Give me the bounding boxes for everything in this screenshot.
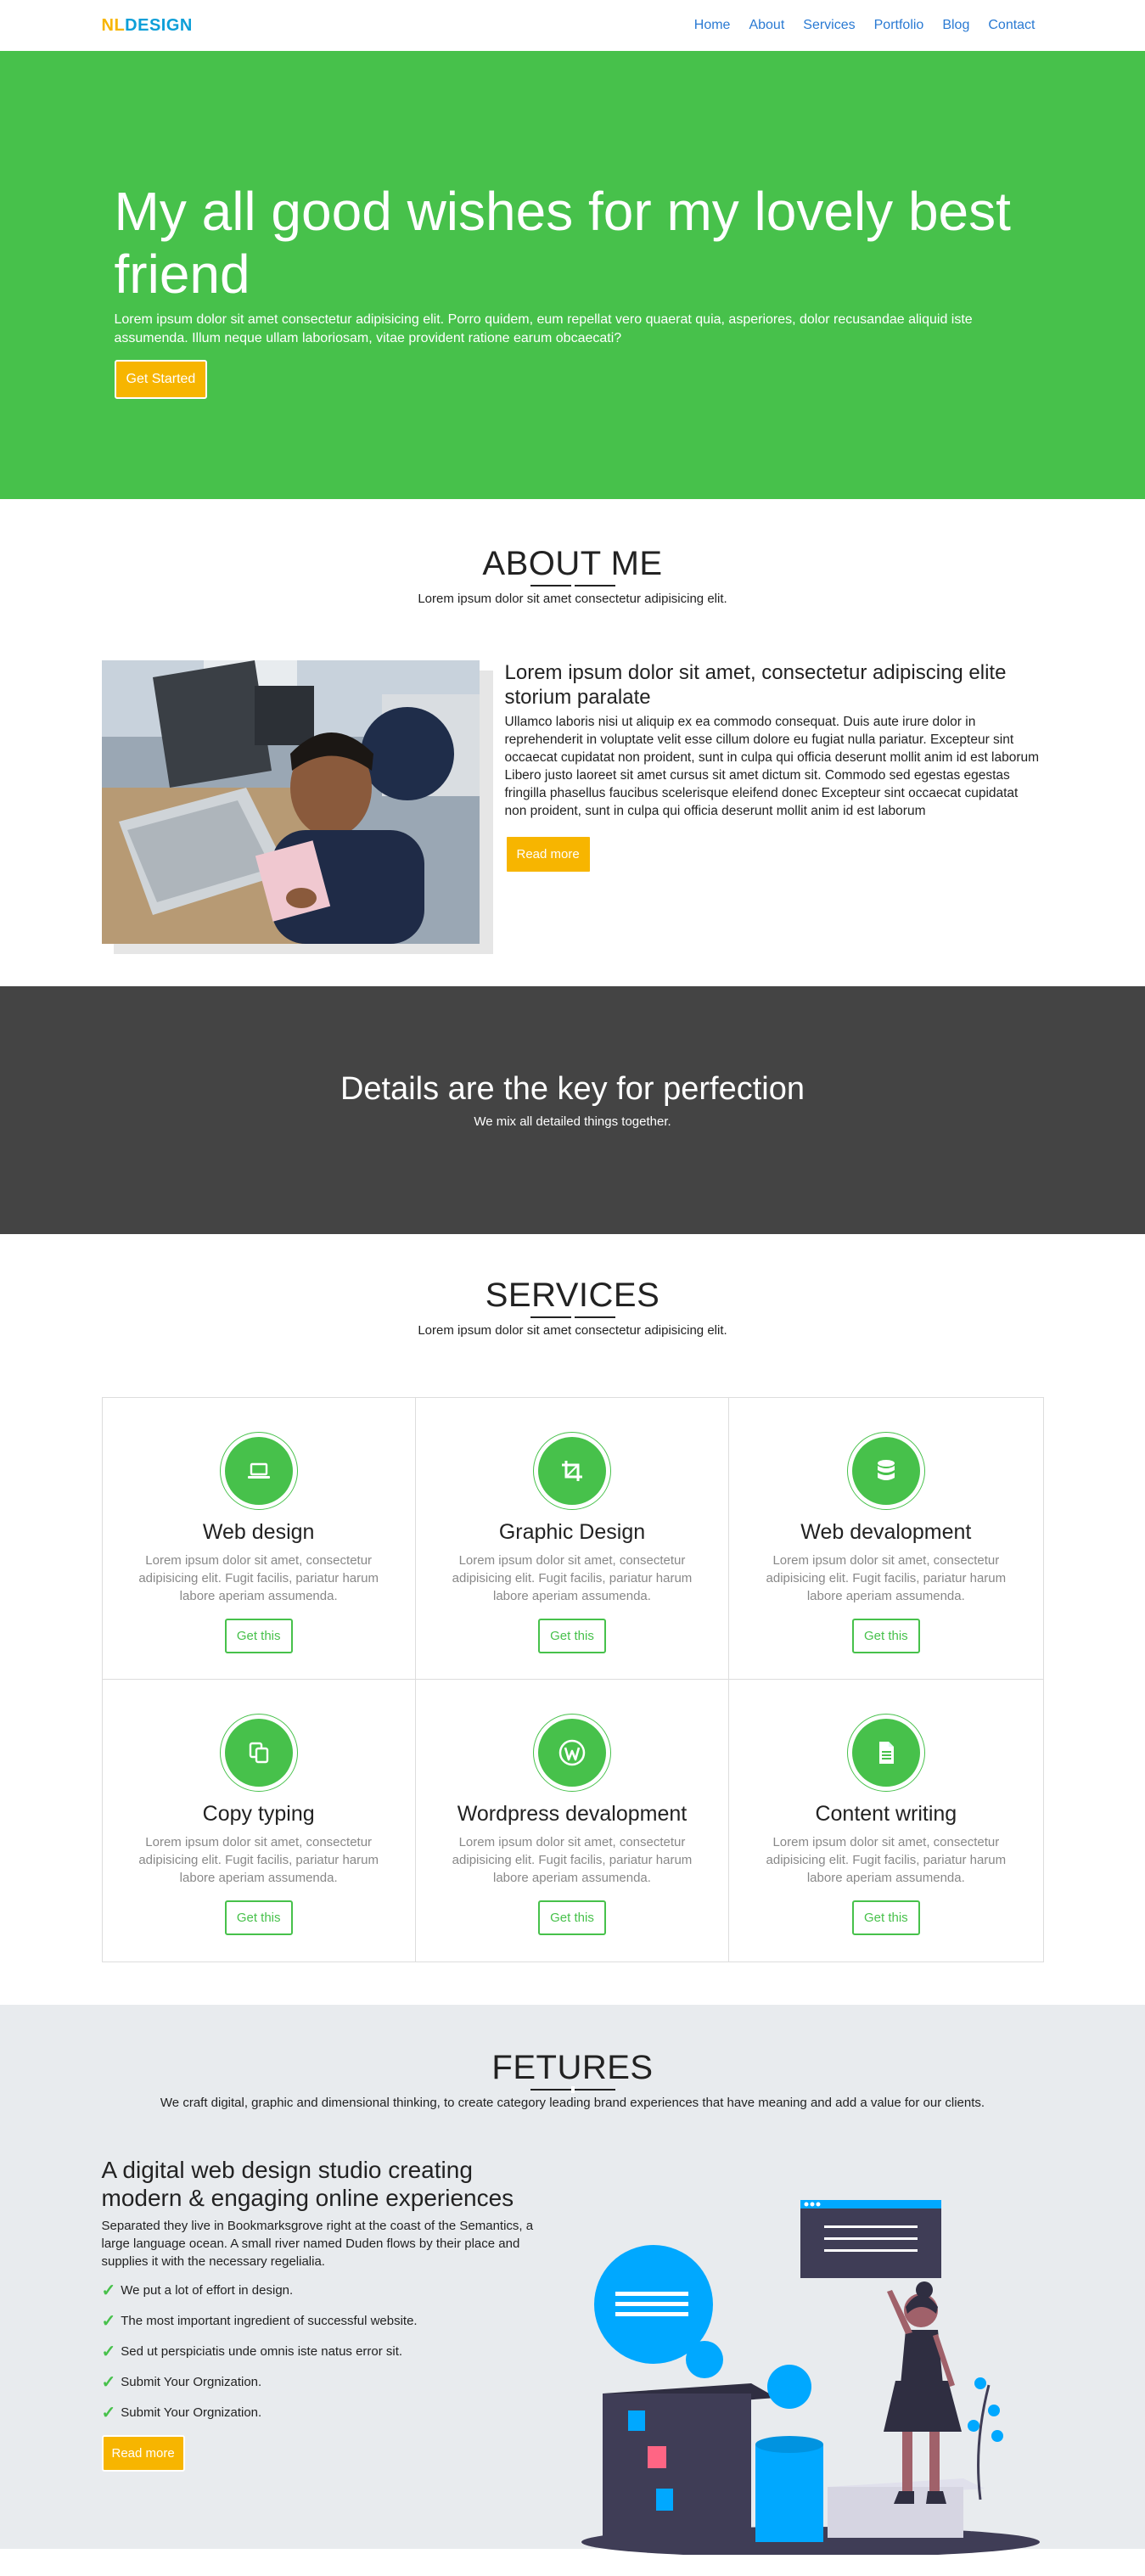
copy-icon: [224, 1719, 293, 1787]
get-started-button[interactable]: Get Started: [114, 360, 208, 399]
check-item: ✓ Submit Your Orgnization.: [101, 2373, 262, 2392]
nav-contact[interactable]: Contact: [988, 18, 1035, 33]
navbar: NLDESIGN Home About Services Portfolio B…: [0, 0, 1145, 51]
nav-blog[interactable]: Blog: [942, 18, 969, 33]
check-item: ✓ We put a lot of effort in design.: [101, 2281, 294, 2300]
features-checklist: ✓ We put a lot of effort in design. ✓ The …: [102, 2282, 556, 2422]
service-card: Web design Lorem ipsum dolor sit amet, c…: [102, 1398, 416, 1680]
banner-section: Details are the key for perfection We mi…: [0, 986, 1145, 1234]
about-photo-frame: [101, 660, 493, 954]
service-title: Wordpress devalopment: [457, 1802, 688, 1826]
service-card: Content writing Lorem ipsum dolor sit am…: [729, 1680, 1042, 1961]
features-subtitle: We craft digital, graphic and dimensiona…: [160, 2096, 985, 2110]
check-icon: ✓: [101, 2343, 116, 2361]
service-card: Web devalopment Lorem ipsum dolor sit am…: [729, 1398, 1043, 1680]
services-grid: Web design Lorem ipsum dolor sit amet, c…: [101, 1397, 1044, 1962]
get-this-button[interactable]: Get this: [224, 1900, 293, 1935]
check-icon: ✓: [101, 2373, 116, 2392]
service-title: Web devalopment: [800, 1520, 972, 1544]
service-card: Graphic Design Lorem ipsum dolor sit ame…: [415, 1398, 730, 1680]
nav-about[interactable]: About: [749, 18, 784, 33]
about-section: ABOUT ME Lorem ipsum dolor sit amet cons…: [0, 499, 1145, 986]
about-heading: Lorem ipsum dolor sit amet, consectetur …: [504, 661, 1007, 709]
title-underline: [530, 582, 615, 589]
file-icon: [851, 1719, 920, 1787]
check-item: ✓ Submit Your Orgnization.: [101, 2404, 262, 2422]
features-title: FETURES: [491, 2049, 654, 2086]
service-card: Wordpress devalopment Lorem ipsum dolor …: [416, 1680, 730, 1961]
features-section: FETURES We craft digital, graphic and di…: [0, 2005, 1145, 2557]
brand-part-nl: NL: [101, 15, 126, 35]
brand-logo[interactable]: NLDESIGN: [102, 16, 193, 36]
features-illustration: [581, 2156, 1040, 2559]
about-title: ABOUT ME: [482, 545, 663, 582]
about-subtitle: Lorem ipsum dolor sit amet consectetur a…: [418, 592, 727, 606]
service-text: Lorem ipsum dolor sit amet, consectetur …: [452, 1835, 693, 1885]
check-item: ✓ Sed ut perspiciatis unde omnis iste nat…: [101, 2343, 403, 2361]
features-read-more-button[interactable]: Read more: [101, 2435, 185, 2472]
get-this-button[interactable]: Get this: [851, 1900, 920, 1935]
database-icon: [851, 1437, 920, 1505]
service-text: Lorem ipsum dolor sit amet, consectetur …: [138, 1553, 379, 1603]
nav-portfolio[interactable]: Portfolio: [874, 18, 924, 33]
get-this-button[interactable]: Get this: [538, 1619, 606, 1653]
service-title: Content writing: [815, 1802, 957, 1826]
brand-part-design: DESIGN: [125, 15, 193, 35]
service-card: Copy typing Lorem ipsum dolor sit amet, …: [103, 1680, 416, 1961]
hero-title: My all good wishes for my lovely best fr…: [114, 181, 1011, 305]
title-underline: [530, 2086, 615, 2093]
nav-home[interactable]: Home: [694, 18, 731, 33]
title-underline: [530, 1314, 615, 1321]
banner-title: Details are the key for perfection: [340, 1071, 805, 1107]
services-title: SERVICES: [485, 1277, 660, 1314]
wordpress-icon: [537, 1719, 606, 1787]
service-title: Web design: [202, 1520, 315, 1544]
nav-menu: Home About Services Portfolio Blog Conta…: [694, 18, 1036, 33]
check-icon: ✓: [101, 2404, 116, 2422]
service-text: Lorem ipsum dolor sit amet, consectetur …: [766, 1553, 1007, 1603]
hero-section: My all good wishes for my lovely best fr…: [0, 51, 1145, 499]
services-subtitle: Lorem ipsum dolor sit amet consectetur a…: [418, 1323, 727, 1338]
service-text: Lorem ipsum dolor sit amet, consectetur …: [452, 1553, 693, 1603]
features-lead: Separated they live in Bookmarksgrove ri…: [101, 2219, 534, 2269]
check-icon: ✓: [101, 2312, 116, 2331]
service-title: Graphic Design: [498, 1520, 646, 1544]
service-text: Lorem ipsum dolor sit amet, consectetur …: [138, 1835, 379, 1885]
laptop-icon: [224, 1437, 293, 1505]
banner-subtitle: We mix all detailed things together.: [474, 1114, 671, 1129]
check-icon: ✓: [101, 2281, 116, 2300]
get-this-button[interactable]: Get this: [851, 1619, 920, 1653]
services-section: SERVICES Lorem ipsum dolor sit amet cons…: [0, 1234, 1145, 2005]
get-this-button[interactable]: Get this: [538, 1900, 606, 1935]
hero-text: Lorem ipsum dolor sit amet consectetur a…: [114, 312, 973, 345]
service-title: Copy typing: [202, 1802, 315, 1826]
features-heading: A digital web design studio creating mod…: [101, 2157, 514, 2211]
get-this-button[interactable]: Get this: [224, 1619, 293, 1653]
crop-icon: [537, 1437, 606, 1505]
read-more-button[interactable]: Read more: [504, 835, 592, 873]
check-item: ✓ The most important ingredient of succes…: [101, 2312, 418, 2331]
service-text: Lorem ipsum dolor sit amet, consectetur …: [766, 1835, 1007, 1885]
about-body: Ullamco laboris nisi ut aliquip ex ea co…: [504, 715, 1040, 818]
nav-services[interactable]: Services: [803, 18, 855, 33]
about-photo: [101, 660, 480, 944]
